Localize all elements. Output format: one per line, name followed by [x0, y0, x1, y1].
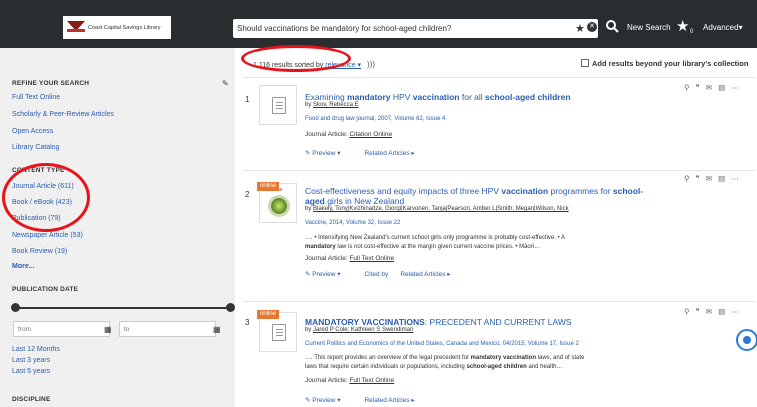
date-to-input[interactable]: [120, 322, 200, 336]
divider: [243, 301, 755, 302]
content-type-book-review[interactable]: Book Review (19): [12, 248, 67, 255]
result-snippet: …. • Intensifying New Zealand's current …: [305, 235, 566, 250]
document-icon: [272, 97, 286, 114]
result-actions: ✎ Preview ▾ Cited by Related Articles ▸: [305, 270, 463, 278]
date-last-3-years[interactable]: Last 3 years: [12, 357, 50, 364]
content-type-book[interactable]: Book / eBook (423): [12, 199, 72, 206]
calendar-icon[interactable]: ▦: [213, 325, 221, 334]
content-type-more[interactable]: More...: [12, 263, 35, 270]
calendar-icon[interactable]: ▦: [104, 325, 112, 334]
results-panel: 1,116 results sorted by relevance ▾ ))) …: [235, 48, 757, 407]
beyond-collection-toggle[interactable]: Add results beyond your library's collec…: [581, 59, 748, 68]
result-tools[interactable]: ⚲ ❞ ✉ ▤ ⋯: [684, 174, 741, 183]
search-icon[interactable]: [605, 19, 619, 33]
logo-mark-icon: [67, 20, 85, 35]
date-slider-max-handle[interactable]: [226, 303, 235, 312]
result-title[interactable]: Cost-effectiveness and equity impacts of…: [305, 186, 645, 206]
result-actions: ✎ Preview ▾ Related Articles ▸: [305, 396, 427, 404]
full-text-link[interactable]: Citation Online: [349, 131, 392, 138]
result-type: Journal Article: Full Text Online: [305, 255, 395, 262]
date-to-field[interactable]: [119, 321, 216, 337]
result-source[interactable]: Food and drug law journal, 2007, Volume …: [305, 116, 445, 122]
result-thumbnail[interactable]: [259, 85, 297, 125]
vaccine-cover-image: [271, 198, 287, 214]
result-tools[interactable]: ⚲ ❞ ✉ ▤ ⋯: [684, 83, 741, 92]
refine-open-access[interactable]: Open Access: [12, 128, 53, 135]
related-articles-link[interactable]: Related Articles ▸: [364, 397, 414, 404]
result-number: 3: [245, 318, 250, 327]
results-summary: 1,116 results sorted by relevance ▾ ))): [253, 60, 375, 69]
cited-by-link[interactable]: Cited by: [364, 271, 388, 278]
result-number: 2: [245, 190, 250, 199]
help-chat-icon[interactable]: [736, 329, 757, 351]
discipline-heading: DISCIPLINE: [12, 396, 51, 403]
search-box: [233, 19, 598, 38]
result-type: Journal Article: Citation Online: [305, 131, 393, 138]
date-from-field[interactable]: [13, 321, 110, 337]
result-author[interactable]: by Skov, Rebecca E: [305, 102, 359, 108]
result-source[interactable]: Current Politics and Economics of the Un…: [305, 341, 579, 347]
content-type-journal-article[interactable]: Journal Article (611): [12, 183, 74, 190]
results-count: 1,116 results sorted by: [253, 62, 324, 69]
result-title[interactable]: Examining mandatory HPV vaccination for …: [305, 92, 645, 102]
result-number: 1: [245, 95, 250, 104]
sort-dropdown[interactable]: relevance ▾: [325, 62, 361, 69]
content-type-publication[interactable]: Publication (79): [12, 215, 61, 222]
content-type-newspaper[interactable]: Newspaper Article (53): [12, 232, 83, 239]
library-logo[interactable]: Coast Capital Savings Library: [63, 16, 171, 39]
result-tools[interactable]: ⚲ ❞ ✉ ▤ ⋯: [684, 307, 741, 316]
star-icon[interactable]: ★: [575, 22, 585, 35]
refine-scholarly[interactable]: Scholarly & Peer-Review Articles: [12, 111, 114, 118]
clear-icon[interactable]: ✕: [587, 22, 597, 32]
saved-items-star-icon[interactable]: ★: [676, 17, 689, 35]
full-text-link[interactable]: Full Text Online: [349, 377, 394, 384]
logo-text: Coast Capital Savings Library: [88, 24, 161, 31]
date-slider-track[interactable]: [14, 307, 231, 309]
online-badge: online: [257, 310, 280, 319]
publication-date-heading: PUBLICATION DATE: [12, 286, 79, 293]
divider: [243, 77, 755, 78]
result-author[interactable]: by Blakely, Tony|Kvizhinadze, Giorgi|Kar…: [305, 206, 569, 212]
result-author[interactable]: by Jared P Cole; Kathleen S Swendiman: [305, 327, 413, 333]
full-text-link[interactable]: Full Text Online: [349, 255, 394, 262]
preview-button[interactable]: ✎ Preview ▾: [305, 397, 352, 404]
date-last-12-months[interactable]: Last 12 Months: [12, 346, 60, 353]
result-title[interactable]: MANDATORY VACCINATIONS: PRECEDENT AND CU…: [305, 317, 645, 327]
refine-library-catalog[interactable]: Library Catalog: [12, 144, 59, 151]
saved-items-count: 0: [690, 29, 694, 35]
preview-button[interactable]: ✎ Preview ▾: [305, 150, 352, 157]
search-input[interactable]: [237, 21, 567, 36]
top-header: Coast Capital Savings Library ★ ✕ New Se…: [0, 0, 757, 48]
related-articles-link[interactable]: Related Articles ▸: [400, 271, 450, 278]
beyond-checkbox[interactable]: [581, 59, 589, 67]
result-actions: ✎ Preview ▾ Related Articles ▸: [305, 149, 427, 157]
new-search-link[interactable]: New Search: [627, 23, 671, 32]
result-type: Journal Article: Full Text Online: [305, 377, 395, 384]
date-from-input[interactable]: [14, 322, 94, 336]
date-slider-min-handle[interactable]: [11, 303, 20, 312]
beyond-label: Add results beyond your library's collec…: [592, 59, 749, 68]
online-badge: online: [257, 182, 280, 191]
result-source[interactable]: Vaccine, 2014, Volume 32, Issue 22: [305, 220, 400, 226]
pencil-icon[interactable]: ✎: [222, 79, 229, 88]
advanced-search-link[interactable]: Advanced▾: [703, 23, 743, 32]
refine-sidebar: [0, 48, 235, 407]
date-last-5-years[interactable]: Last 5 years: [12, 368, 50, 375]
document-icon: [272, 324, 286, 341]
related-articles-link[interactable]: Related Articles ▸: [364, 150, 414, 157]
refine-heading: REFINE YOUR SEARCH: [12, 80, 90, 87]
refine-full-text-online[interactable]: Full Text Online: [12, 94, 60, 101]
preview-button[interactable]: ✎ Preview ▾: [305, 271, 352, 278]
rss-icon[interactable]: ))): [367, 60, 375, 69]
divider: [243, 170, 755, 171]
content-type-heading: CONTENT TYPE: [12, 167, 65, 174]
result-snippet: …. This report provides an overview of t…: [305, 355, 585, 370]
